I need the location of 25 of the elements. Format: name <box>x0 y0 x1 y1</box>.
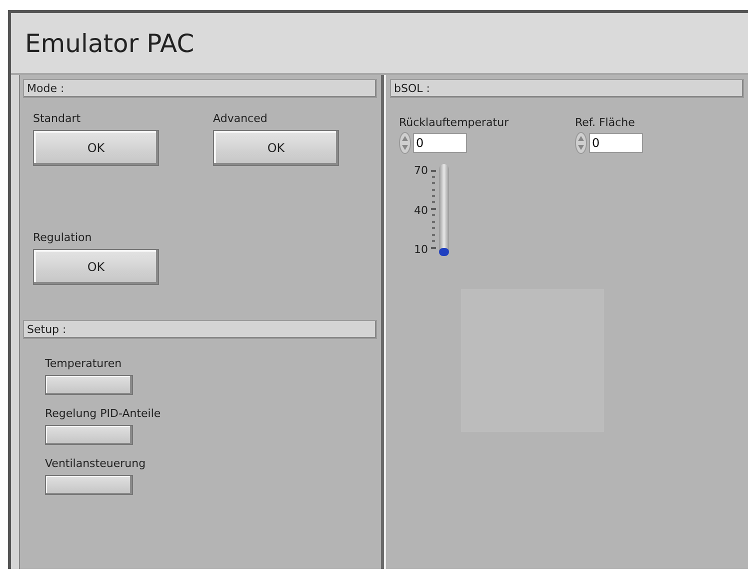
field-label: Ref. Fläche <box>575 116 636 129</box>
section-header: bSOL : <box>390 79 744 98</box>
button-label: Temperaturen <box>45 357 122 370</box>
number-field[interactable]: 0 <box>413 133 467 153</box>
scale-label: 40 <box>414 204 428 216</box>
section-header: Setup : <box>23 320 377 339</box>
button-label: Regulation <box>33 231 92 244</box>
spinner-icon[interactable] <box>575 132 587 154</box>
field-label: Rücklauftemperatur <box>399 116 510 129</box>
spinner-icon[interactable] <box>399 132 411 154</box>
scale-label: 70 <box>414 164 428 177</box>
button-label: Standart <box>33 112 81 125</box>
ok-button[interactable]: OK <box>213 130 339 166</box>
button-label: Advanced <box>213 112 268 125</box>
setup-button[interactable] <box>45 425 133 445</box>
setup-button[interactable] <box>45 475 133 495</box>
button-label: Regelung PID-Anteile <box>45 407 161 420</box>
button-label: Ventilansteuerung <box>45 457 146 470</box>
number-field[interactable]: 0 <box>589 133 643 153</box>
setup-button[interactable] <box>45 375 133 395</box>
ok-button[interactable]: OK <box>33 130 159 166</box>
window-title: Emulator PAC <box>11 13 748 75</box>
section-header: Mode : <box>23 79 377 98</box>
scale-label: 10 <box>414 243 428 256</box>
ok-button[interactable]: OK <box>33 249 159 285</box>
